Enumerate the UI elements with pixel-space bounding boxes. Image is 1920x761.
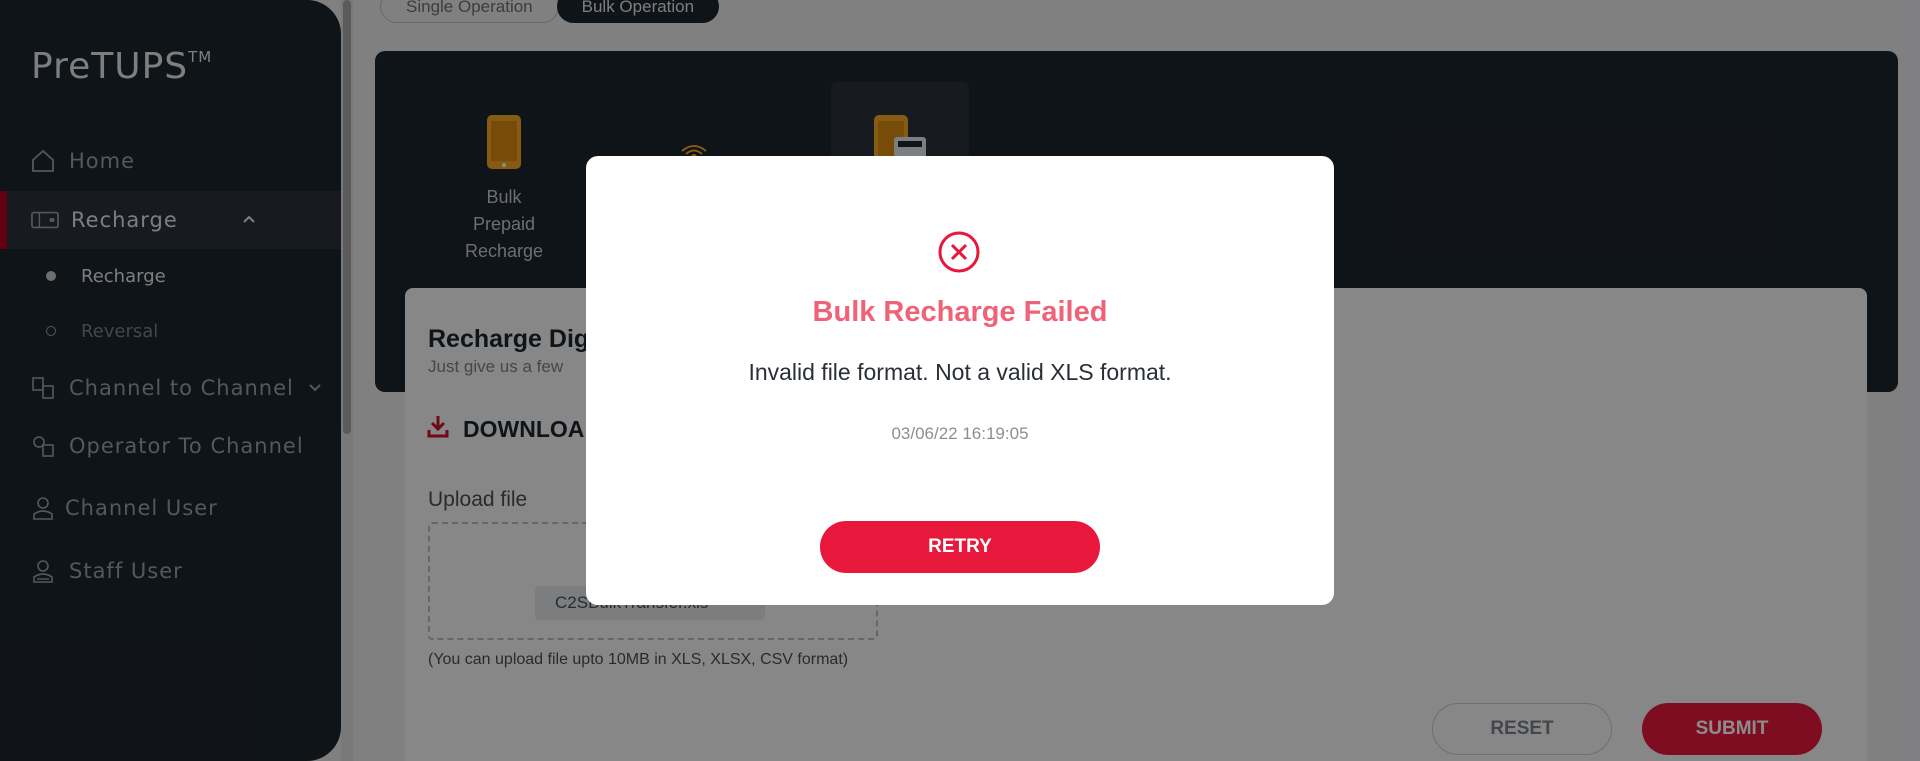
dialog-title: Bulk Recharge Failed [812, 296, 1108, 328]
dialog-timestamp: 03/06/22 16:19:05 [891, 424, 1029, 443]
retry-button[interactable]: RETRY [820, 521, 1100, 573]
error-x-icon [937, 230, 981, 274]
error-dialog: Bulk Recharge Failed Invalid file format… [586, 156, 1334, 605]
dialog-message: Invalid file format. Not a valid XLS for… [748, 359, 1172, 385]
